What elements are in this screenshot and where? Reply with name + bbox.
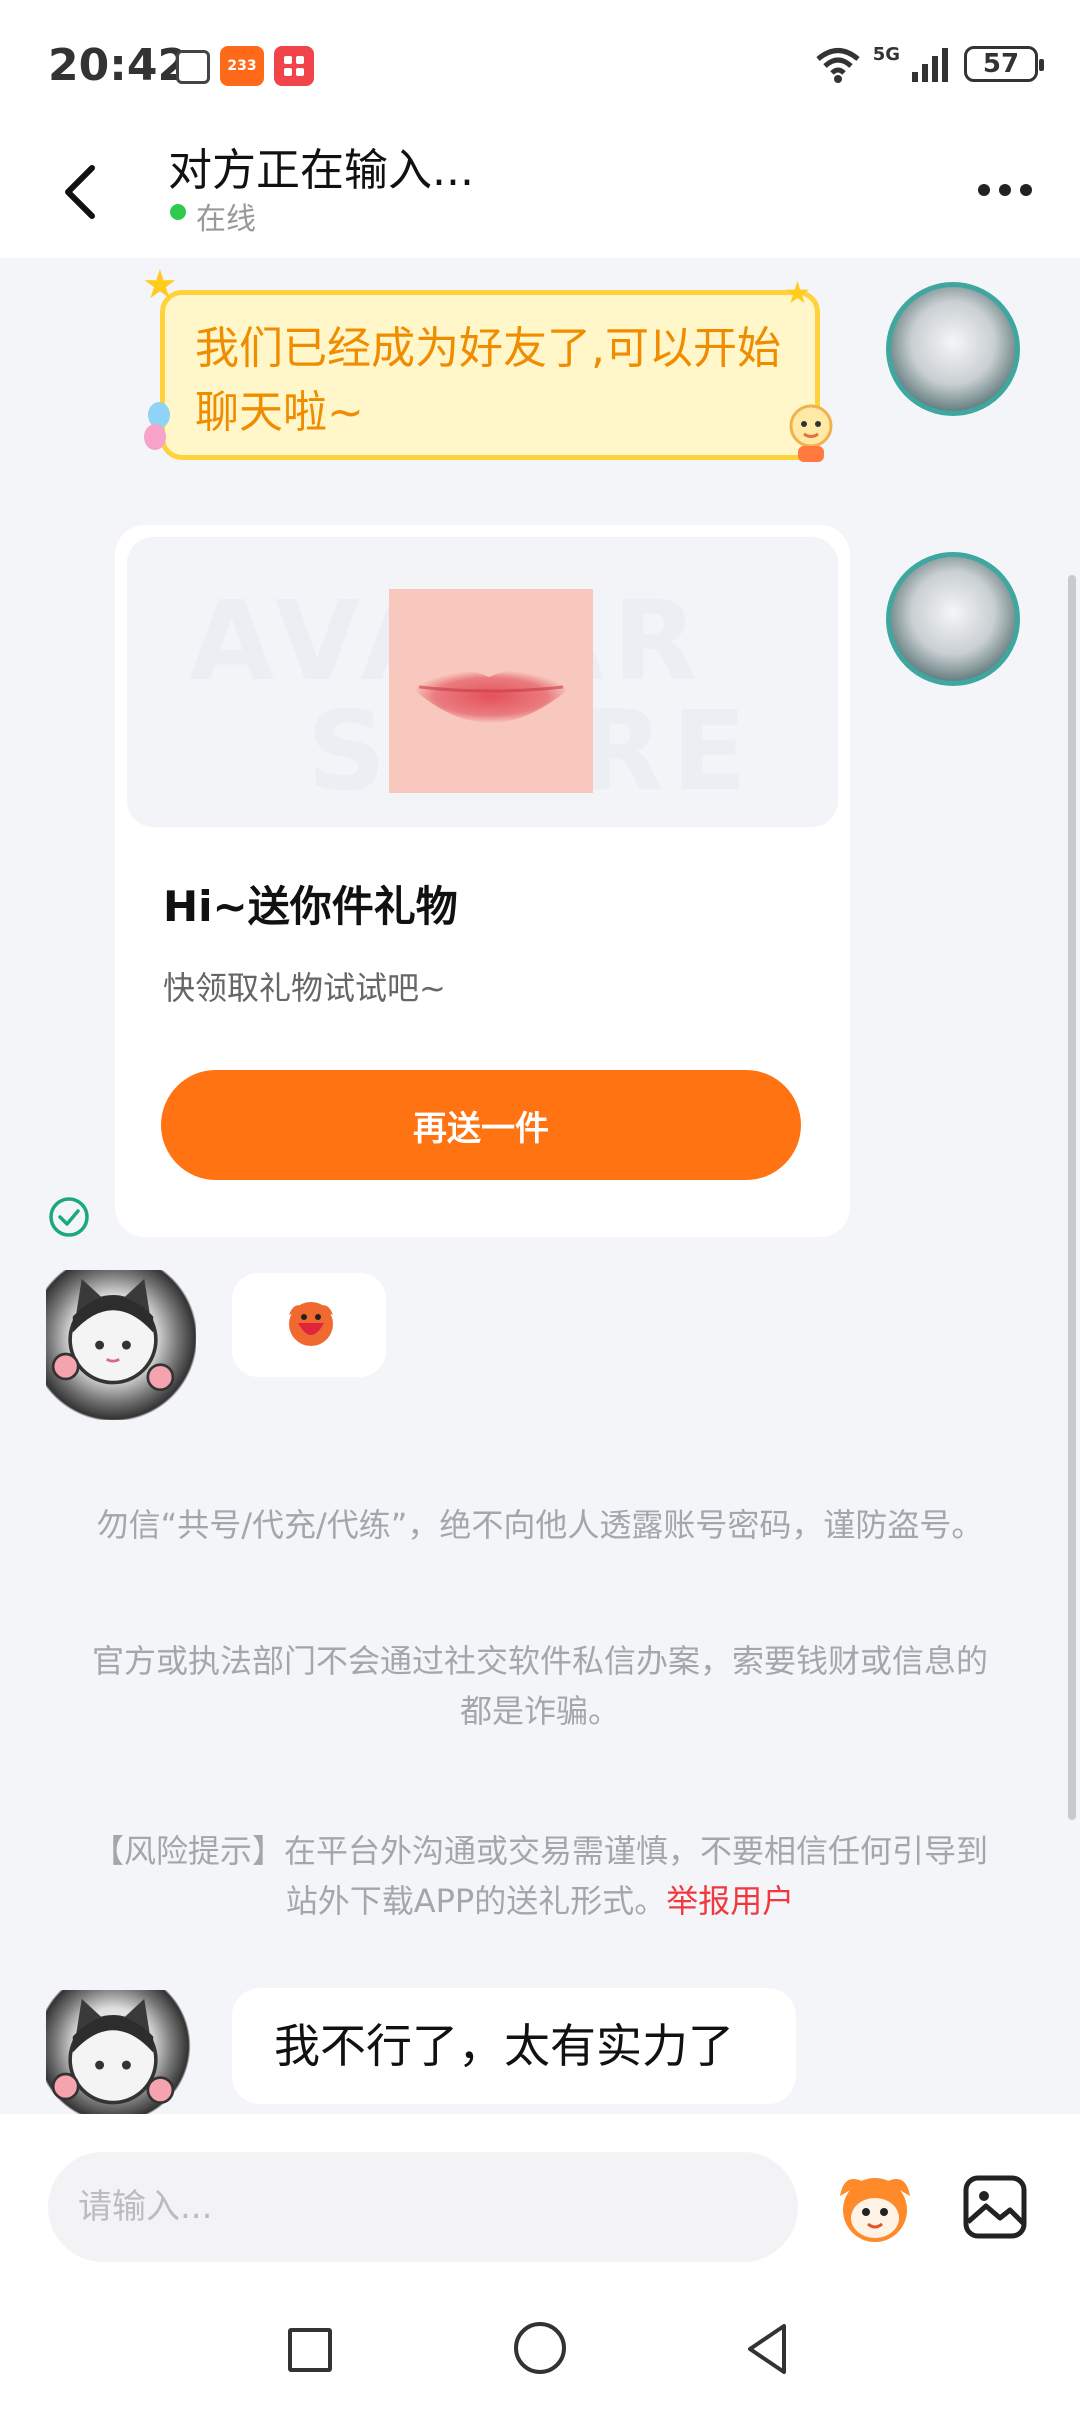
online-status-label: 在线 <box>196 202 256 237</box>
status-app-icons: 233 <box>176 46 314 86</box>
battery-indicator: 57 <box>964 46 1044 82</box>
text-message-bubble[interactable]: 我不行了，太有实力了 <box>232 1988 796 2104</box>
emoji-button[interactable] <box>830 2168 920 2248</box>
signal-icon <box>912 48 948 82</box>
sticker-icon <box>289 1302 333 1346</box>
input-bar <box>0 2114 1080 2290</box>
message-input[interactable] <box>48 2152 798 2262</box>
star-decoration-icon: ★ <box>784 276 811 311</box>
contact-avatar[interactable] <box>886 552 1020 686</box>
chat-scrollbar[interactable] <box>1068 575 1076 1820</box>
account-security-notice: 勿信“共号/代充/代练”，绝不向他人透露账号密码，谨防盗号。 <box>96 1506 984 1544</box>
system-nav-bar <box>0 2290 1080 2412</box>
chat-title: 对方正在输入... <box>168 145 474 196</box>
message-text: 我不行了，太有实力了 <box>274 2019 734 2073</box>
send-image-button[interactable] <box>960 2172 1030 2242</box>
star-decoration-icon: ★ <box>142 262 178 308</box>
chat-header: 对方正在输入... 在线 <box>0 130 1080 258</box>
report-user-link[interactable]: 举报用户 <box>666 1882 794 1920</box>
system-greeting-bubble: 我们已经成为好友了,可以开始聊天啦~ <box>160 290 820 460</box>
system-back-button[interactable] <box>742 2320 792 2378</box>
app-233-icon: 233 <box>220 46 264 86</box>
app-notification-icon <box>274 46 314 86</box>
contact-avatar[interactable] <box>886 282 1020 416</box>
home-button[interactable] <box>514 2322 566 2374</box>
gift-title: Hi~送你件礼物 <box>163 882 458 931</box>
back-button[interactable] <box>50 152 110 232</box>
more-dots-icon <box>978 184 990 196</box>
mascot-decoration-icon <box>789 404 833 462</box>
status-right: 5G 57 <box>813 43 1044 84</box>
network-label: 5G <box>872 43 900 65</box>
more-options-button[interactable] <box>970 170 1040 210</box>
balloon-decoration-icon <box>144 424 166 450</box>
folder-notification-icon <box>176 50 210 84</box>
recent-apps-button[interactable] <box>288 2328 332 2372</box>
status-bar: 20:42 233 5G 57 <box>0 0 1080 130</box>
image-icon <box>963 2175 1027 2239</box>
system-greeting-text: 我们已经成为好友了,可以开始聊天啦~ <box>195 323 781 438</box>
gift-card[interactable]: AVATAR STORE Hi~送你件礼物 快领取礼物试试吧~ 再送一件 <box>115 525 850 1237</box>
fraud-warning-notice: 官方或执法部门不会通过社交软件私信办案，索要钱财或信息的都是诈骗。 <box>91 1642 988 1730</box>
risk-warning-notice: 【风险提示】在平台外沟通或交易需谨慎，不要相信任何引导到站外下载APP的送礼形式… <box>80 1826 1000 1926</box>
send-another-gift-button[interactable]: 再送一件 <box>161 1070 801 1180</box>
wifi-icon <box>816 48 860 83</box>
gift-subtitle: 快领取礼物试试吧~ <box>163 969 446 1007</box>
gift-lips-image <box>389 589 593 793</box>
status-time: 20:42 <box>48 40 189 91</box>
my-avatar[interactable] <box>46 1990 196 2114</box>
gift-image: AVATAR STORE <box>127 537 838 827</box>
check-circle-icon <box>49 1197 89 1237</box>
chevron-left-icon <box>65 165 95 219</box>
sticker-message-bubble[interactable] <box>232 1273 386 1377</box>
online-status-dot <box>170 204 186 220</box>
emoji-icon <box>840 2178 910 2242</box>
my-avatar[interactable] <box>46 1270 196 1420</box>
risk-warning-text: 【风险提示】在平台外沟通或交易需谨慎，不要相信任何引导到站外下载APP的送礼形式… <box>91 1832 988 1920</box>
